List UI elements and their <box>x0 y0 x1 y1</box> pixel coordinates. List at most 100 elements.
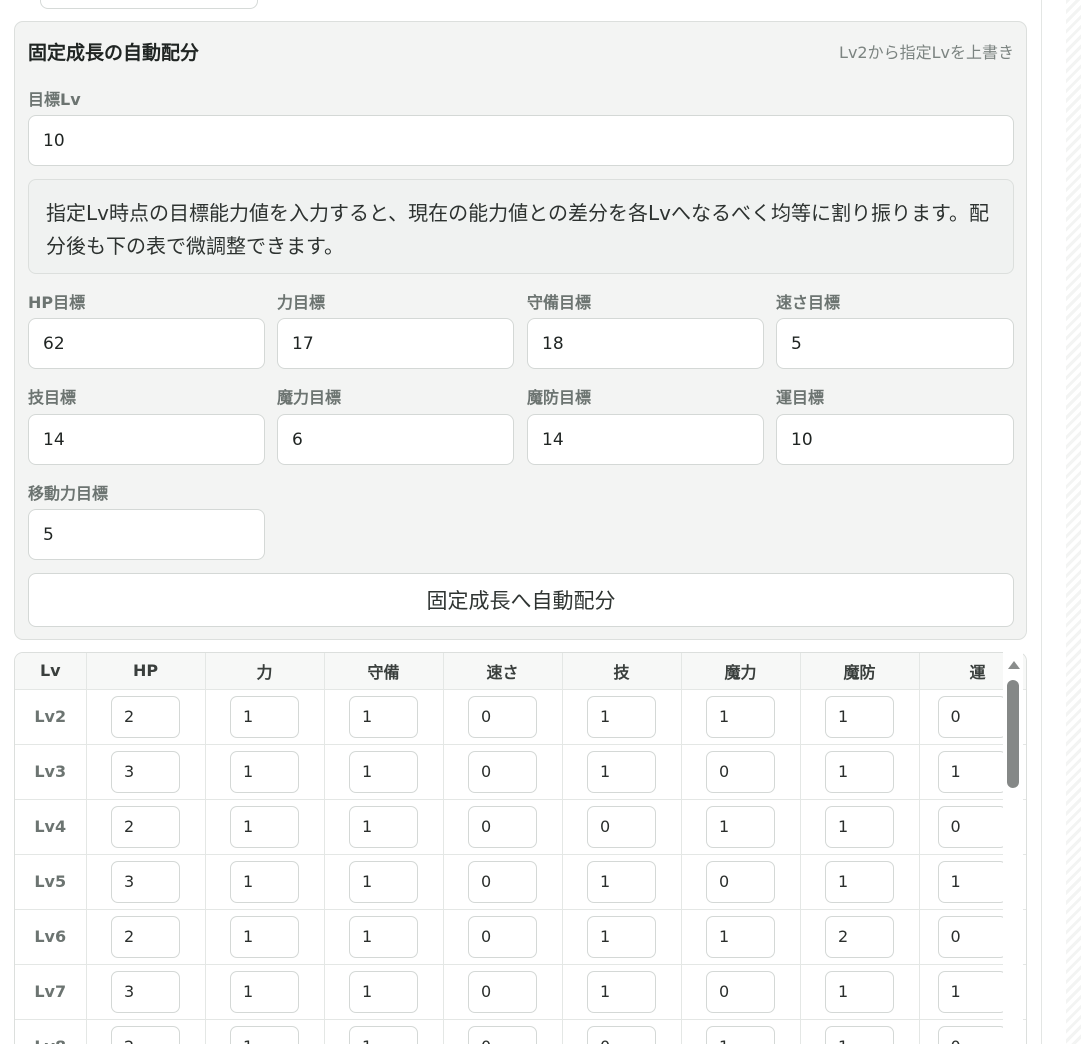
growth-value-input[interactable] <box>349 915 418 958</box>
skl-target-input[interactable] <box>28 414 265 465</box>
growth-value-input[interactable] <box>230 695 299 738</box>
value-cell <box>86 689 206 745</box>
growth-value-input[interactable] <box>349 805 418 848</box>
growth-value-input[interactable] <box>230 1025 299 1044</box>
column-header: 魔防 <box>800 653 920 690</box>
growth-value-input[interactable] <box>587 750 656 793</box>
growth-value-input[interactable] <box>230 860 299 903</box>
growth-value-input[interactable] <box>111 750 180 793</box>
value-cell <box>443 854 563 910</box>
growth-value-input[interactable] <box>825 860 894 903</box>
growth-value-input[interactable] <box>468 750 537 793</box>
spd-target-input[interactable] <box>776 318 1014 369</box>
growth-value-input[interactable] <box>230 805 299 848</box>
res-target-input[interactable] <box>527 414 764 465</box>
panel-hint: Lv2から指定Lvを上書き <box>839 43 1014 62</box>
column-header: 技 <box>562 653 682 690</box>
value-cell <box>443 689 563 745</box>
growth-value-input[interactable] <box>111 860 180 903</box>
growth-value-input[interactable] <box>937 805 1007 848</box>
growth-value-input[interactable] <box>937 970 1007 1013</box>
growth-value-input[interactable] <box>825 1025 894 1044</box>
lck-target-input[interactable] <box>776 414 1014 465</box>
growth-value-input[interactable] <box>706 1025 775 1044</box>
auto-distribute-button[interactable]: 固定成長へ自動配分 <box>28 573 1014 627</box>
growth-value-input[interactable] <box>349 1025 418 1044</box>
column-header: Lv <box>15 653 87 690</box>
growth-value-input[interactable] <box>349 750 418 793</box>
distribution-note: 指定Lv時点の目標能力値を入力すると、現在の能力値との差分を各Lvへなるべく均等… <box>28 179 1014 274</box>
growth-value-input[interactable] <box>937 860 1007 903</box>
value-cell <box>681 1019 801 1044</box>
growth-value-input[interactable] <box>468 695 537 738</box>
growth-value-input[interactable] <box>825 970 894 1013</box>
growth-value-input[interactable] <box>587 860 656 903</box>
growth-value-input[interactable] <box>706 805 775 848</box>
mov-target-input[interactable] <box>28 509 265 560</box>
growth-value-input[interactable] <box>468 1025 537 1044</box>
value-cell <box>562 909 682 965</box>
growth-value-input[interactable] <box>937 1025 1007 1044</box>
growth-value-input[interactable] <box>111 970 180 1013</box>
growth-value-input[interactable] <box>706 915 775 958</box>
growth-value-input[interactable] <box>706 970 775 1013</box>
hp-target-input[interactable] <box>28 318 265 369</box>
growth-value-input[interactable] <box>825 915 894 958</box>
target-level-input[interactable] <box>28 115 1014 166</box>
growth-value-input[interactable] <box>468 915 537 958</box>
value-cell <box>562 689 682 745</box>
target-level-label: 目標Lv <box>28 90 81 109</box>
growth-value-input[interactable] <box>111 1025 180 1044</box>
level-cell: Lv7 <box>15 964 87 1020</box>
value-cell <box>205 1019 325 1044</box>
panel-title: 固定成長の自動配分 <box>28 42 200 64</box>
growth-value-input[interactable] <box>230 750 299 793</box>
growth-value-input[interactable] <box>587 805 656 848</box>
growth-value-input[interactable] <box>587 695 656 738</box>
growth-value-input[interactable] <box>111 695 180 738</box>
growth-value-input[interactable] <box>468 805 537 848</box>
growth-value-input[interactable] <box>825 805 894 848</box>
scroll-thumb[interactable] <box>1007 680 1019 788</box>
growth-value-input[interactable] <box>587 970 656 1013</box>
value-cell <box>562 854 682 910</box>
value-cell <box>324 744 444 800</box>
growth-value-input[interactable] <box>349 970 418 1013</box>
growth-value-input[interactable] <box>230 915 299 958</box>
growth-value-input[interactable] <box>468 970 537 1013</box>
skl-target-label: 技目標 <box>28 388 77 407</box>
value-cell <box>205 964 325 1020</box>
table-row: Lv5 <box>15 854 1026 910</box>
growth-value-input[interactable] <box>706 860 775 903</box>
scroll-up-arrow-icon[interactable] <box>1008 661 1020 669</box>
table-scrollbar[interactable] <box>1003 652 1023 1044</box>
spd-target-label: 速さ目標 <box>776 293 841 312</box>
page: 固定成長の自動配分 Lv2から指定Lvを上書き 目標Lv 指定Lv時点の目標能力… <box>0 0 1081 1044</box>
growth-value-input[interactable] <box>706 750 775 793</box>
growth-value-input[interactable] <box>111 805 180 848</box>
str-target-input[interactable] <box>277 318 514 369</box>
growth-value-input[interactable] <box>937 915 1007 958</box>
growth-table: Lv HP 力 守備 速さ 技 魔力 魔防 運 Lv2Lv3Lv4Lv5Lv6L… <box>15 653 1026 1044</box>
value-cell <box>86 1019 206 1044</box>
growth-value-input[interactable] <box>825 695 894 738</box>
growth-value-input[interactable] <box>111 915 180 958</box>
growth-value-input[interactable] <box>706 695 775 738</box>
value-cell <box>324 854 444 910</box>
def-target-input[interactable] <box>527 318 764 369</box>
growth-value-input[interactable] <box>349 860 418 903</box>
mag-target-input[interactable] <box>277 414 514 465</box>
growth-value-input[interactable] <box>349 695 418 738</box>
growth-value-input[interactable] <box>937 750 1007 793</box>
growth-value-input[interactable] <box>230 970 299 1013</box>
value-cell <box>86 909 206 965</box>
growth-value-input[interactable] <box>587 915 656 958</box>
growth-value-input[interactable] <box>468 860 537 903</box>
level-cell: Lv6 <box>15 909 87 965</box>
growth-value-input[interactable] <box>825 750 894 793</box>
column-header: 力 <box>205 653 325 690</box>
growth-value-input[interactable] <box>937 695 1007 738</box>
previous-field-edge <box>40 0 258 9</box>
growth-value-input[interactable] <box>587 1025 656 1044</box>
level-cell: Lv3 <box>15 744 87 800</box>
